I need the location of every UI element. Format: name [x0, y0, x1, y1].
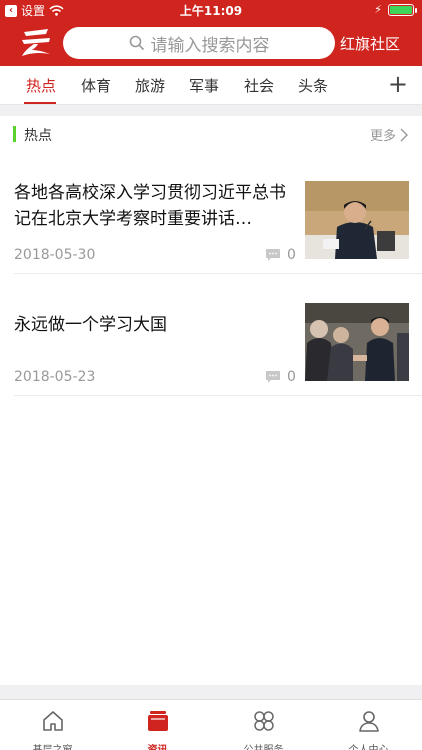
- tab-label: 资讯: [105, 741, 210, 750]
- news-thumbnail: [305, 303, 409, 381]
- charging-icon: ⚡: [374, 3, 382, 16]
- tab-label: 公共服务: [211, 741, 316, 750]
- section-accent-bar: [13, 126, 16, 142]
- comment-icon: [266, 371, 280, 383]
- search-placeholder: 请输入搜索内容: [150, 35, 270, 56]
- tab-travel[interactable]: 旅游: [135, 75, 165, 96]
- tab-hot[interactable]: 热点: [26, 75, 56, 96]
- tab-military[interactable]: 军事: [189, 75, 219, 96]
- person-icon: [358, 711, 379, 732]
- tab-personal-center[interactable]: 个人中心: [316, 700, 421, 750]
- home-icon: [42, 711, 63, 731]
- category-tabs: 热点 体育 旅游 军事 社会 头条 +: [0, 66, 422, 105]
- chevron-right-icon: [400, 128, 408, 141]
- comment-number: 0: [287, 369, 296, 385]
- tab-sports[interactable]: 体育: [81, 75, 111, 96]
- comment-count: 0: [265, 369, 296, 385]
- bottom-separator: [0, 685, 422, 699]
- news-divider: [14, 395, 422, 396]
- tab-public-service[interactable]: 公共服务: [211, 700, 316, 750]
- battery-icon: [388, 4, 417, 16]
- clover-icon: [253, 711, 274, 731]
- news-date: 2018-05-23: [14, 369, 96, 385]
- active-tab-indicator: [24, 102, 56, 104]
- add-channel-icon[interactable]: +: [388, 71, 408, 97]
- bottom-tab-bar: 基层之窗 资讯 公共服务 个人中心: [0, 699, 422, 750]
- tab-society[interactable]: 社会: [244, 75, 274, 96]
- community-link[interactable]: 红旗社区: [340, 33, 400, 54]
- comment-number: 0: [287, 247, 296, 263]
- tab-headlines[interactable]: 头条: [298, 75, 328, 96]
- section-header: 热点 更多: [0, 116, 422, 152]
- news-icon: [147, 711, 168, 731]
- news-item[interactable]: 各地各高校深入学习贯彻习近平总书记在北京大学考察时重要讲话… 2018-05-3…: [0, 152, 422, 274]
- news-title: 永远做一个学习大国: [14, 315, 167, 335]
- comment-count: 0: [265, 247, 296, 263]
- news-date: 2018-05-30: [14, 247, 96, 263]
- news-item[interactable]: 永远做一个学习大国 2018-05-23 0: [0, 274, 422, 396]
- status-bar: ‹ 设置 上午11:09 ⚡: [0, 0, 422, 20]
- search-icon: [129, 35, 144, 51]
- search-input[interactable]: 请输入搜索内容: [63, 27, 335, 59]
- section-title: 热点: [24, 128, 52, 144]
- news-thumbnail: [305, 181, 409, 259]
- comment-icon: [266, 249, 280, 261]
- tab-news[interactable]: 资讯: [105, 700, 210, 750]
- tab-label: 基层之窗: [0, 741, 105, 750]
- tab-grassroots[interactable]: 基层之窗: [0, 700, 105, 750]
- section-separator: [0, 105, 422, 116]
- more-label: 更多: [369, 129, 396, 144]
- tab-label: 个人中心: [316, 741, 421, 750]
- news-title: 各地各高校深入学习贯彻习近平总书记在北京大学考察时重要讲话…: [14, 183, 286, 229]
- hongqi-logo-icon: [22, 29, 50, 56]
- more-link[interactable]: 更多: [370, 125, 408, 144]
- status-time: 上午11:09: [179, 4, 243, 18]
- app-header: 请输入搜索内容 红旗社区: [0, 20, 422, 66]
